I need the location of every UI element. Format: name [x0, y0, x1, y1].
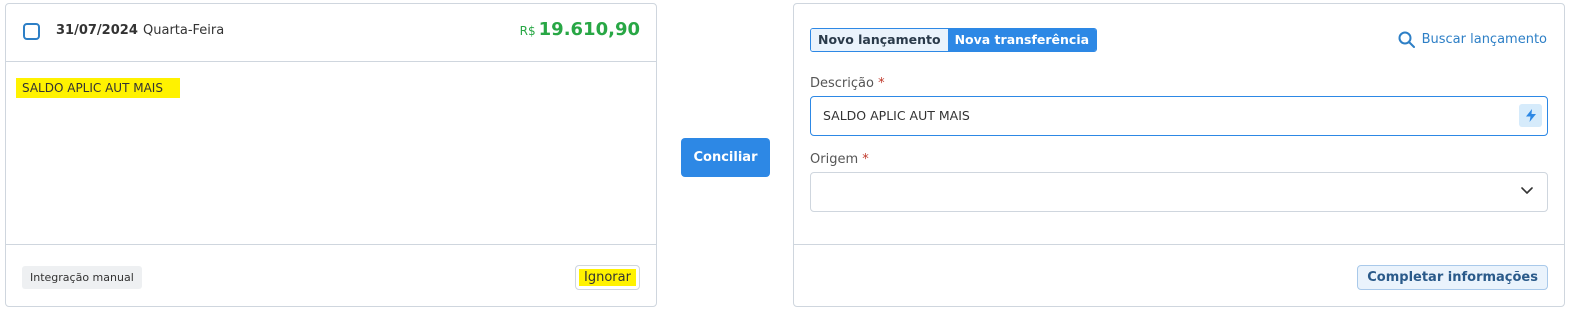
autofill-button[interactable] [1519, 104, 1542, 127]
transaction-date: 31/07/2024 [56, 23, 138, 38]
search-entry-link[interactable]: Buscar lançamento [1398, 31, 1547, 48]
conciliar-button[interactable]: Conciliar [681, 138, 770, 177]
transaction-checkbox[interactable] [23, 23, 40, 40]
ignore-button[interactable]: Ignorar [575, 265, 640, 290]
tab-novo-lancamento[interactable]: Novo lançamento [811, 29, 948, 51]
search-icon [1398, 31, 1415, 48]
origem-label-text: Origem [810, 152, 859, 167]
integration-tag: Integração manual [22, 266, 142, 289]
lightning-icon [1525, 109, 1536, 122]
transaction-card: 31/07/2024 Quarta-Feira R$ 19.610,90 SALD… [5, 3, 657, 307]
description-input-value: SALDO APLIC AUT MAIS [823, 108, 970, 123]
chevron-down-icon [1521, 187, 1533, 194]
description-input[interactable]: SALDO APLIC AUT MAIS [810, 96, 1548, 136]
ignore-button-label: Ignorar [579, 269, 636, 286]
tab-nova-transferencia[interactable]: Nova transferência [947, 29, 1097, 51]
transaction-header: 31/07/2024 Quarta-Feira R$ 19.610,90 [6, 4, 656, 62]
required-mark: * [862, 152, 869, 167]
transaction-amount: R$ 19.610,90 [520, 19, 640, 40]
entry-form-card: Novo lançamento Nova transferência Busca… [793, 3, 1565, 307]
search-entry-label: Buscar lançamento [1421, 32, 1547, 47]
origem-label: Origem * [810, 152, 869, 167]
form-footer: Completar informações [794, 244, 1564, 307]
origem-select[interactable] [810, 172, 1548, 212]
description-label-text: Descrição [810, 76, 874, 91]
transaction-description: SALDO APLIC AUT MAIS [16, 78, 180, 98]
entry-type-tabs: Novo lançamento Nova transferência [810, 28, 1098, 52]
amount-value: 19.610,90 [538, 19, 640, 40]
transaction-weekday: Quarta-Feira [143, 23, 225, 38]
transaction-body: SALDO APLIC AUT MAIS [6, 62, 656, 245]
complete-info-button[interactable]: Completar informações [1357, 265, 1548, 290]
transaction-footer: Integração manual Ignorar [6, 244, 656, 307]
required-mark: * [878, 76, 885, 91]
description-label: Descrição * [810, 76, 885, 91]
currency-symbol: R$ [519, 24, 536, 38]
